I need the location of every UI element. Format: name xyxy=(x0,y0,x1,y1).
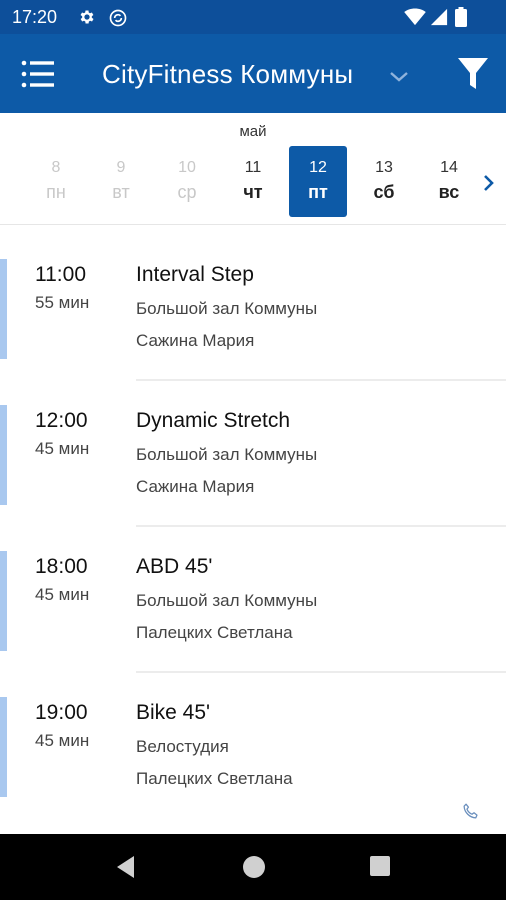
class-duration: 45 мин xyxy=(35,731,90,750)
class-item[interactable]: 11:00 55 мин Interval Step Большой зал К… xyxy=(0,226,506,381)
day-10: 10 ср xyxy=(158,146,216,217)
battery-icon xyxy=(455,7,467,27)
day-number: 11 xyxy=(244,159,262,176)
day-number: 14 xyxy=(440,159,458,176)
day-weekday: сб xyxy=(373,182,395,202)
class-title: Interval Step xyxy=(136,263,254,286)
phone-icon[interactable] xyxy=(460,801,482,823)
status-time: 17:20 xyxy=(12,7,58,27)
back-icon[interactable] xyxy=(114,854,138,880)
chevron-down-icon[interactable] xyxy=(386,64,412,88)
month-label: май xyxy=(239,123,267,140)
class-room: Большой зал Коммуны xyxy=(136,299,318,318)
class-room: Большой зал Коммуны xyxy=(136,591,318,610)
class-duration: 55 мин xyxy=(35,293,90,312)
day-13[interactable]: 13 сб xyxy=(355,146,413,217)
day-number: 10 xyxy=(178,159,196,176)
day-weekday: пт xyxy=(308,182,328,202)
day-number: 13 xyxy=(375,159,393,176)
day-weekday: пн xyxy=(46,182,66,202)
club-title[interactable]: CityFitness Коммуны xyxy=(102,59,353,90)
day-number: 12 xyxy=(309,159,327,176)
signal-icon xyxy=(430,8,448,26)
sync-icon xyxy=(109,9,127,27)
day-9: 9 вт xyxy=(92,146,150,217)
day-weekday: чт xyxy=(243,182,263,202)
wifi-icon xyxy=(404,8,426,26)
class-accent-bar xyxy=(0,405,7,505)
class-title: ABD 45' xyxy=(136,555,213,578)
class-duration: 45 мин xyxy=(35,439,90,458)
class-duration: 45 мин xyxy=(35,585,90,604)
class-room: Большой зал Коммуны xyxy=(136,445,318,464)
class-trainer: Палецких Светлана xyxy=(136,623,293,642)
class-schedule-list: 11:00 55 мин Interval Step Большой зал К… xyxy=(0,226,506,834)
class-trainer: Сажина Мария xyxy=(136,477,255,496)
day-weekday: ср xyxy=(177,182,197,202)
class-item[interactable]: 12:00 45 мин Dynamic Stretch Большой зал… xyxy=(0,372,506,527)
day-weekday: вс xyxy=(438,182,460,202)
class-accent-bar xyxy=(0,259,7,359)
class-time: 12:00 xyxy=(35,409,88,432)
class-time: 18:00 xyxy=(35,555,88,578)
class-title: Bike 45' xyxy=(136,701,211,724)
day-12-selected[interactable]: 12 пт xyxy=(289,146,347,217)
status-bar: 17:20 xyxy=(0,0,506,34)
day-11[interactable]: 11 чт xyxy=(224,146,282,217)
class-time: 11:00 xyxy=(35,263,86,286)
class-item[interactable]: 19:00 45 мин Bike 45' Велостудия Палецки… xyxy=(0,664,506,810)
day-14[interactable]: 14 вс xyxy=(420,146,478,217)
class-accent-bar xyxy=(0,697,7,797)
day-8: 8 пн xyxy=(27,146,85,217)
class-accent-bar xyxy=(0,551,7,651)
chevron-right-icon[interactable] xyxy=(478,171,500,195)
system-nav-bar xyxy=(0,834,506,900)
class-item[interactable]: 18:00 45 мин ABD 45' Большой зал Коммуны… xyxy=(0,518,506,673)
class-trainer: Сажина Мария xyxy=(136,331,255,350)
date-picker: май 8 пн 9 вт 10 ср 11 чт 12 пт 13 сб 14… xyxy=(0,113,506,225)
app-bar: CityFitness Коммуны xyxy=(0,34,506,113)
gear-icon xyxy=(80,10,94,24)
day-number: 8 xyxy=(51,159,61,176)
day-weekday: вт xyxy=(112,182,130,202)
recent-apps-icon[interactable] xyxy=(369,855,391,877)
menu-icon[interactable] xyxy=(20,58,60,90)
class-room: Велостудия xyxy=(136,737,229,756)
day-number: 9 xyxy=(116,159,126,176)
class-title: Dynamic Stretch xyxy=(136,409,291,432)
class-time: 19:00 xyxy=(35,701,88,724)
class-trainer: Палецких Светлана xyxy=(136,769,293,788)
filter-icon[interactable] xyxy=(456,56,490,92)
home-icon[interactable] xyxy=(242,855,266,879)
